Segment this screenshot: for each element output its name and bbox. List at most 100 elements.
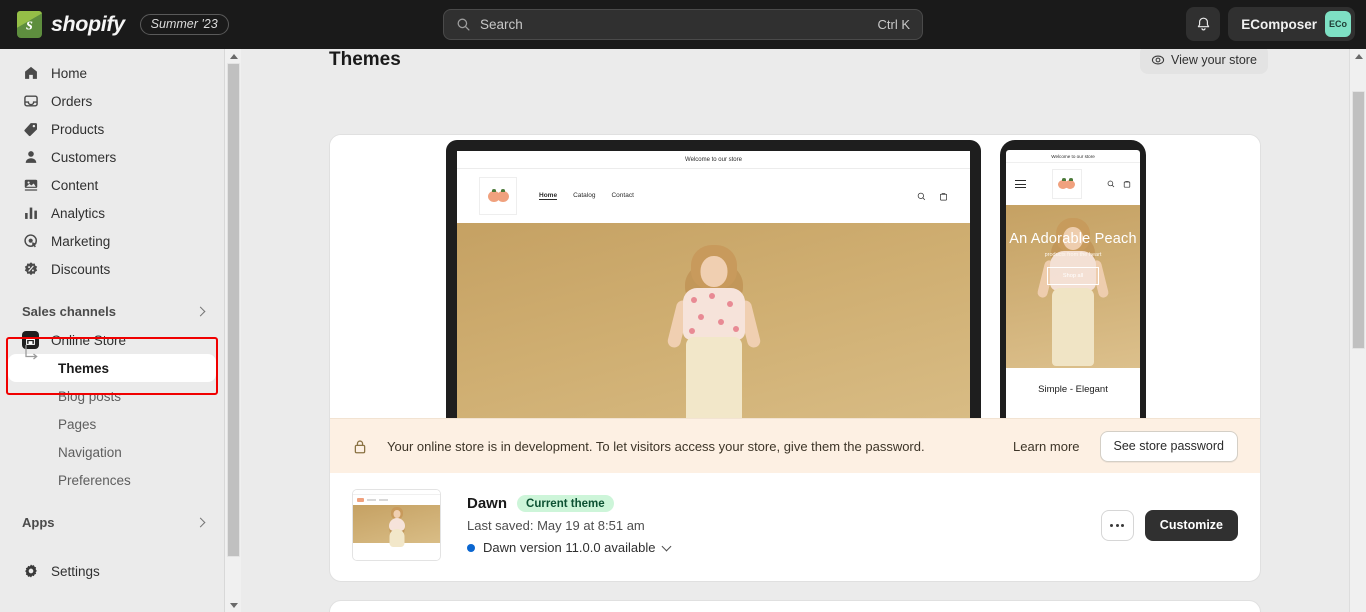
cart-icon — [1123, 181, 1131, 188]
scroll-up-icon[interactable] — [225, 49, 242, 63]
preview-nav-contact[interactable]: Contact — [611, 192, 633, 200]
page-title: Themes — [329, 49, 401, 70]
theme-version-row[interactable]: Dawn version 11.0.0 available — [467, 540, 672, 555]
target-icon — [22, 233, 39, 250]
mobile-header — [1006, 163, 1140, 205]
chevron-right-icon — [195, 306, 206, 316]
sidebar-item-pages[interactable]: Pages — [8, 410, 216, 438]
shopify-brand[interactable]: shopify Summer '23 — [0, 11, 229, 38]
theme-info-row: Dawn Current theme Last saved: May 19 at… — [330, 473, 1260, 581]
sidebar-item-orders[interactable]: Orders — [8, 87, 216, 115]
theme-meta: Dawn Current theme Last saved: May 19 at… — [467, 495, 672, 555]
orders-icon — [22, 93, 39, 110]
sidebar-item-settings[interactable]: Settings — [8, 557, 216, 585]
subitem-connector-icon — [25, 345, 38, 360]
search-icon — [457, 18, 470, 31]
sidebar-item-marketing[interactable]: Marketing — [8, 227, 216, 255]
sidebar-item-preferences[interactable]: Preferences — [8, 466, 216, 494]
sidebar-item-label: Discounts — [51, 261, 111, 277]
sidebar: Home Orders Products Customers Content A… — [0, 49, 224, 612]
sidebar-subitem-label: Pages — [58, 416, 97, 432]
preview-nav-catalog[interactable]: Catalog — [573, 192, 595, 200]
tag-icon — [22, 121, 39, 138]
theme-version-text: Dawn version 11.0.0 available — [483, 540, 656, 555]
mobile-preview[interactable]: Welcome to our store An Adorable Peach p… — [1000, 140, 1146, 418]
customize-button[interactable]: Customize — [1144, 509, 1238, 541]
apps-label: Apps — [22, 514, 55, 530]
sidebar-item-discounts[interactable]: Discounts — [8, 255, 216, 283]
sales-channels-label: Sales channels — [22, 303, 116, 319]
top-bar: shopify Summer '23 Search Ctrl K ECompos… — [0, 0, 1366, 49]
sidebar-subitem-label: Navigation — [58, 444, 122, 460]
gear-icon — [22, 563, 39, 580]
content-icon — [22, 177, 39, 194]
hamburger-menu-icon[interactable] — [1015, 178, 1026, 191]
update-dot-icon — [467, 543, 475, 552]
secondary-theme-card — [329, 600, 1261, 612]
theme-card: Welcome to our store Home Catalog Contac… — [329, 134, 1261, 582]
search-input[interactable]: Search Ctrl K — [443, 9, 923, 40]
search-placeholder: Search — [480, 17, 523, 32]
theme-last-saved: Last saved: May 19 at 8:51 am — [467, 518, 645, 533]
sidebar-item-navigation[interactable]: Navigation — [8, 438, 216, 466]
user-menu-button[interactable]: EComposer ECo — [1228, 7, 1355, 41]
scroll-down-icon[interactable] — [225, 598, 242, 612]
status-badge: Current theme — [517, 495, 614, 512]
notifications-button[interactable] — [1186, 7, 1221, 41]
sidebar-item-label: Home — [51, 65, 88, 81]
store-logo-icon — [1051, 169, 1082, 199]
sidebar-item-label: Settings — [51, 563, 100, 579]
bar-chart-icon — [22, 205, 39, 222]
sidebar-item-home[interactable]: Home — [8, 59, 216, 87]
sales-channels-header[interactable]: Sales channels — [8, 298, 216, 324]
preview-hero-image — [457, 223, 970, 418]
main-scroll-thumb[interactable] — [1352, 91, 1365, 349]
mobile-hero-heading: An Adorable Peach — [1009, 231, 1137, 247]
development-banner: Your online store is in development. To … — [330, 418, 1260, 473]
user-name: EComposer — [1241, 16, 1317, 32]
more-actions-button[interactable] — [1100, 509, 1134, 541]
see-store-password-button[interactable]: See store password — [1099, 430, 1238, 462]
theme-actions: Customize — [1100, 509, 1238, 541]
sidebar-item-content[interactable]: Content — [8, 171, 216, 199]
preview-nav-home[interactable]: Home — [539, 192, 558, 200]
development-banner-text: Your online store is in development. To … — [387, 438, 925, 454]
search-shortcut: Ctrl K — [877, 17, 911, 32]
preview-nav: Home Catalog Contact — [539, 192, 634, 200]
theme-preview-area: Welcome to our store Home Catalog Contac… — [330, 135, 1260, 418]
avatar: ECo — [1325, 11, 1351, 37]
preview-header-icons — [917, 192, 948, 201]
mobile-shop-all-button[interactable]: Shop all — [1046, 267, 1100, 285]
search-icon — [917, 192, 926, 200]
main-scrollbar[interactable] — [1349, 49, 1366, 612]
apps-header[interactable]: Apps — [8, 509, 216, 535]
lock-icon — [354, 439, 366, 453]
sidebar-scroll-thumb[interactable] — [227, 63, 240, 557]
search-container[interactable]: Search Ctrl K — [443, 9, 923, 40]
sidebar-item-blog-posts[interactable]: Blog posts — [8, 382, 216, 410]
mobile-hero-subheading: products from the heart — [1044, 252, 1102, 258]
cart-icon — [939, 192, 948, 200]
sidebar-item-products[interactable]: Products — [8, 115, 216, 143]
chevron-down-icon[interactable] — [662, 541, 672, 551]
sidebar-item-themes[interactable]: Themes — [8, 345, 216, 382]
sidebar-scrollbar[interactable] — [224, 49, 241, 612]
view-your-store-label: View your store — [1171, 52, 1257, 67]
desktop-preview[interactable]: Welcome to our store Home Catalog Contac… — [446, 140, 981, 418]
bell-icon — [1197, 17, 1209, 30]
preview-header: Home Catalog Contact — [457, 169, 970, 223]
main-content: Themes View your store Welcome to our st… — [241, 49, 1345, 612]
sidebar-subitem-label: Preferences — [58, 472, 131, 488]
sidebar-item-label: Orders — [51, 93, 93, 109]
home-icon — [22, 65, 39, 82]
scroll-up-icon[interactable] — [1350, 49, 1366, 63]
store-logo-icon — [479, 177, 517, 215]
sidebar-item-label: Analytics — [51, 205, 106, 221]
mobile-hero: An Adorable Peach products from the hear… — [1006, 205, 1140, 368]
view-your-store-button[interactable]: View your store — [1140, 49, 1268, 74]
learn-more-link[interactable]: Learn more — [1013, 439, 1079, 454]
sidebar-item-analytics[interactable]: Analytics — [8, 199, 216, 227]
theme-thumbnail — [352, 489, 441, 561]
sidebar-item-customers[interactable]: Customers — [8, 143, 216, 171]
